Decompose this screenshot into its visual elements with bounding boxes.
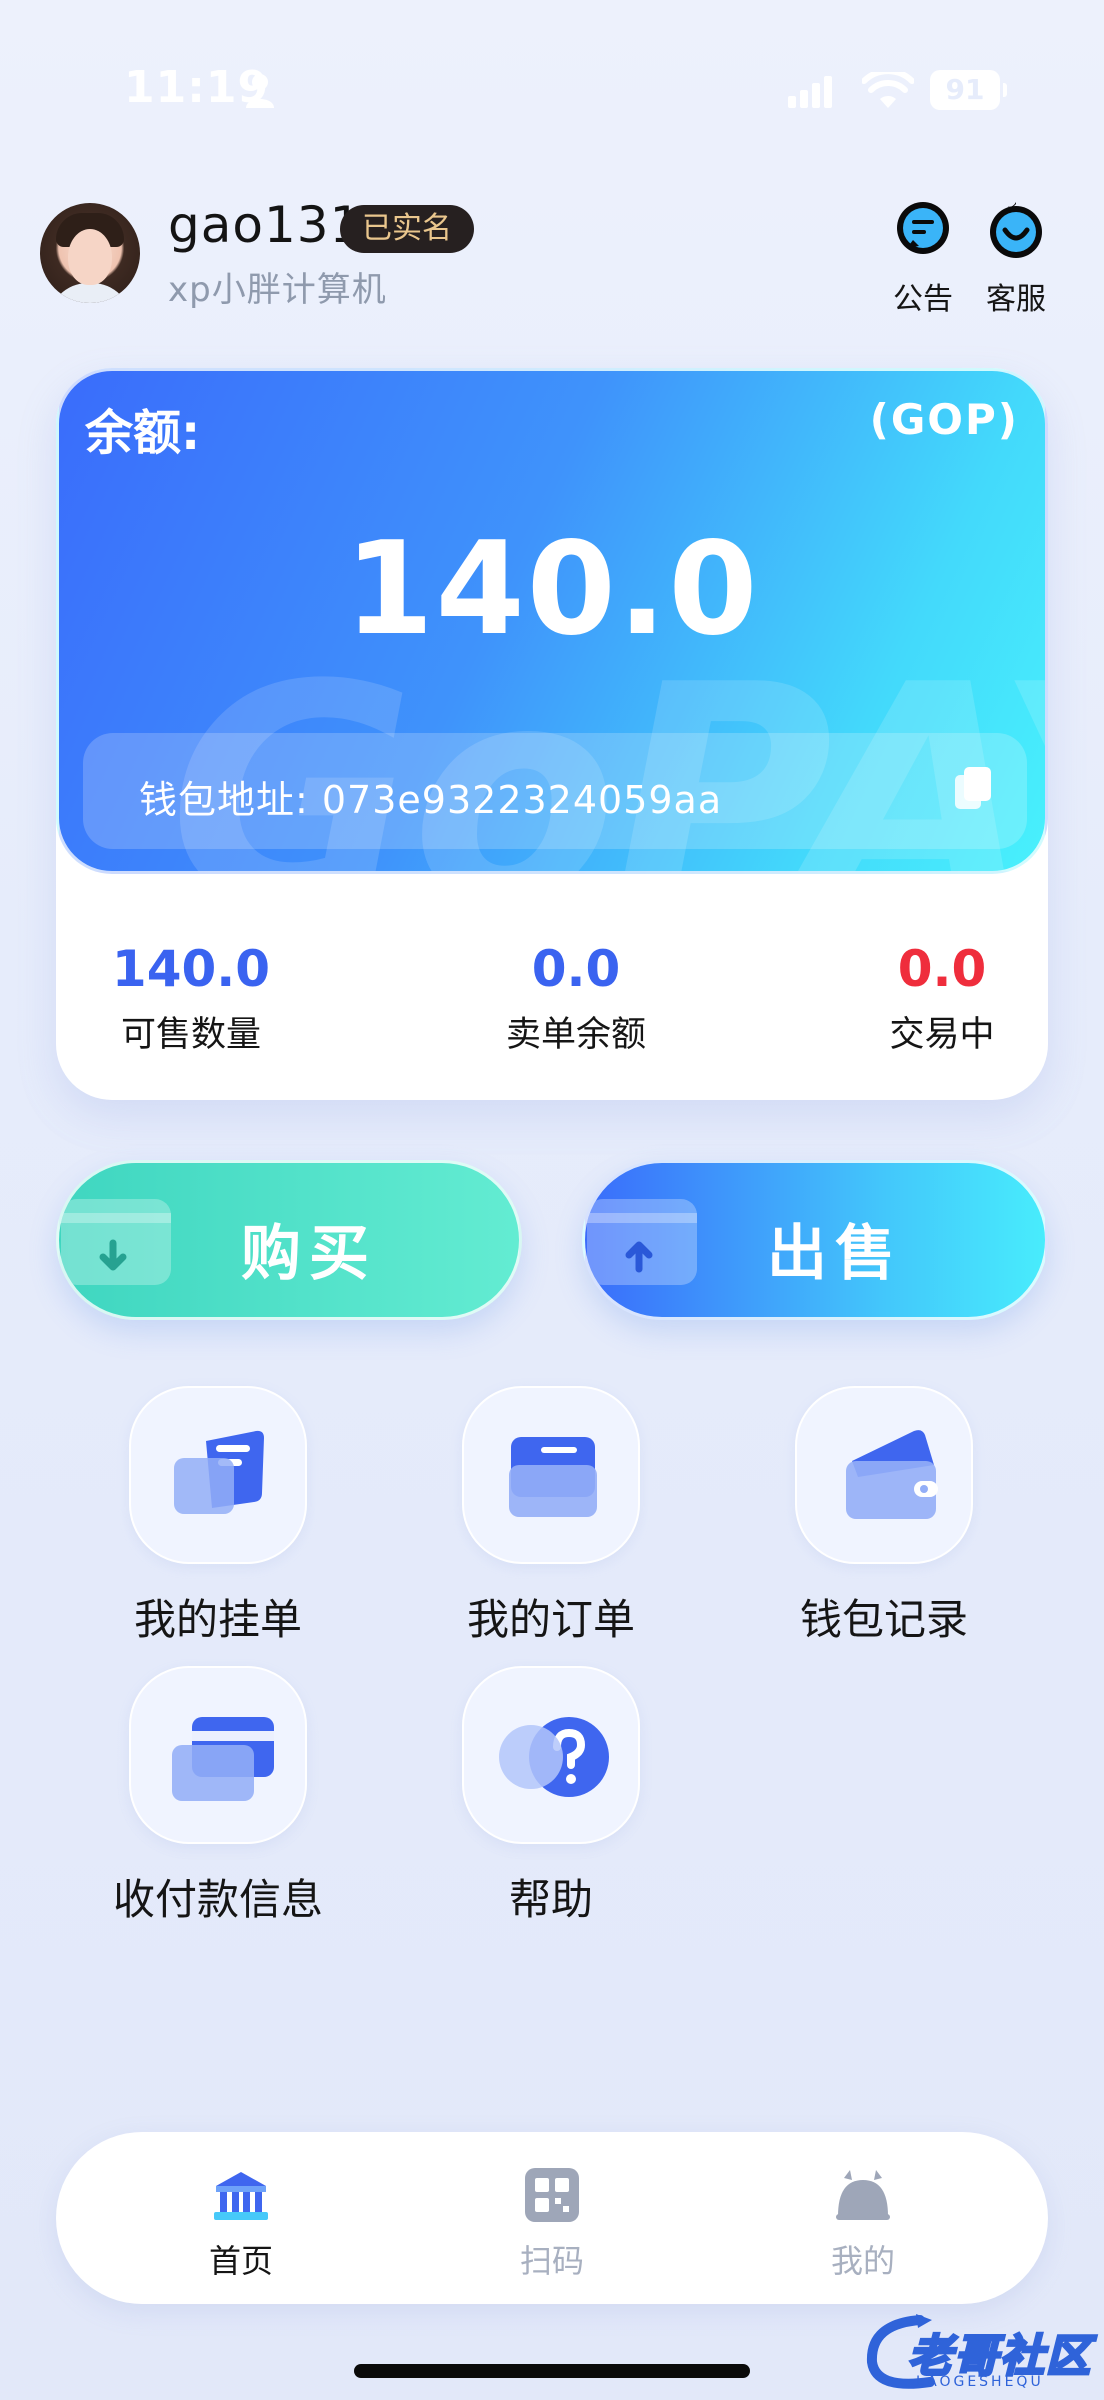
card-icon [172, 1717, 274, 1801]
menu-my-listings[interactable]: 我的挂单 [98, 1386, 338, 1647]
stat-label: 卖单余额 [505, 1015, 646, 1055]
balance-card: GoPAY 余额: (GOP) 140.0 钱包地址: 073e93223240… [56, 368, 1048, 874]
stat-sell-order-balance: 0.0 卖单余额 [481, 940, 671, 1057]
corner-logo-sub: LAOGESHEQU [916, 2374, 1044, 2390]
announcement-icon [897, 202, 949, 254]
menu-label: 我的挂单 [133, 1595, 302, 1644]
menu-my-orders[interactable]: 我的订单 [431, 1386, 671, 1647]
wallet-address-bar: 钱包地址: 073e932232405​9aa [83, 733, 1027, 849]
profile-icon [836, 2170, 890, 2220]
ticket-icon [174, 1430, 264, 1514]
tab-bar: 首页 扫码 我的 [56, 2132, 1048, 2304]
menu-label: 收付款信息 [112, 1875, 323, 1924]
tab-label: 首页 [208, 2242, 273, 2280]
status-bar: 11:19 91 [0, 0, 1104, 120]
sell-label: 出售 [767, 1219, 903, 1289]
username: gao131 [168, 196, 363, 254]
announcement-label: 公告 [893, 282, 953, 317]
bank-icon [214, 2172, 268, 2220]
buy-label: 购买 [241, 1219, 377, 1289]
menu-label: 我的订单 [466, 1595, 635, 1644]
stat-label: 可售数量 [120, 1015, 261, 1055]
menu-label: 钱包记录 [799, 1595, 968, 1644]
menu-tile [129, 1666, 307, 1844]
folder-icon [509, 1437, 597, 1517]
wifi-icon [862, 72, 914, 108]
stat-trading: 0.0 交易中 [862, 940, 1022, 1057]
buy-button[interactable]: 购买 [56, 1160, 522, 1320]
stat-sellable: 140.0 可售数量 [106, 940, 276, 1057]
stat-value: 0.0 [897, 940, 987, 998]
sell-button[interactable]: 出售 [582, 1160, 1048, 1320]
tab-home[interactable]: 首页 [161, 2166, 321, 2282]
menu-help[interactable]: 帮助 [431, 1666, 671, 1927]
qr-code-icon [525, 2168, 579, 2222]
help-icon [499, 1717, 609, 1797]
customer-service-button[interactable]: 客服 [976, 200, 1056, 318]
wallet-address: 钱包地址: 073e932232405​9aa [139, 778, 723, 822]
balance-amount: 140.0 [344, 515, 760, 664]
menu-tile [462, 1666, 640, 1844]
customer-service-label: 客服 [986, 282, 1046, 317]
tab-scan[interactable]: 扫码 [472, 2166, 632, 2282]
customer-service-icon [990, 202, 1042, 258]
balance-label: 余额: [85, 405, 201, 461]
tab-label: 我的 [830, 2242, 895, 2280]
tab-label: 扫码 [519, 2242, 584, 2280]
balance-stats: 140.0 可售数量 0.0 卖单余额 0.0 交易中 [56, 940, 1048, 1080]
user-subtitle: xp小胖计算机 [168, 270, 387, 310]
menu-wallet-records[interactable]: 钱包记录 [764, 1386, 1004, 1647]
menu-payment-info[interactable]: 收付款信息 [78, 1666, 358, 1927]
menu-tile [129, 1386, 307, 1564]
corner-logo: 老哥社区 LAOGESHEQU [860, 2300, 1100, 2396]
menu-label: 帮助 [508, 1875, 593, 1924]
battery-indicator: 91 [930, 70, 1007, 110]
signal-icon [788, 76, 832, 108]
avatar[interactable] [40, 203, 140, 303]
stat-label: 交易中 [889, 1015, 995, 1055]
stat-value: 0.0 [531, 940, 621, 998]
home-indicator[interactable] [354, 2364, 750, 2378]
menu-tile [462, 1386, 640, 1564]
tab-mine[interactable]: 我的 [783, 2166, 943, 2282]
balance-currency: (GOP) [869, 395, 1019, 444]
announcement-button[interactable]: 公告 [883, 200, 963, 318]
wallet-icon [846, 1430, 938, 1519]
verified-badge: 已实名 [340, 205, 474, 253]
menu-tile [795, 1386, 973, 1564]
stat-value: 140.0 [111, 940, 271, 998]
person-icon [246, 74, 274, 108]
copy-icon[interactable] [953, 765, 993, 811]
